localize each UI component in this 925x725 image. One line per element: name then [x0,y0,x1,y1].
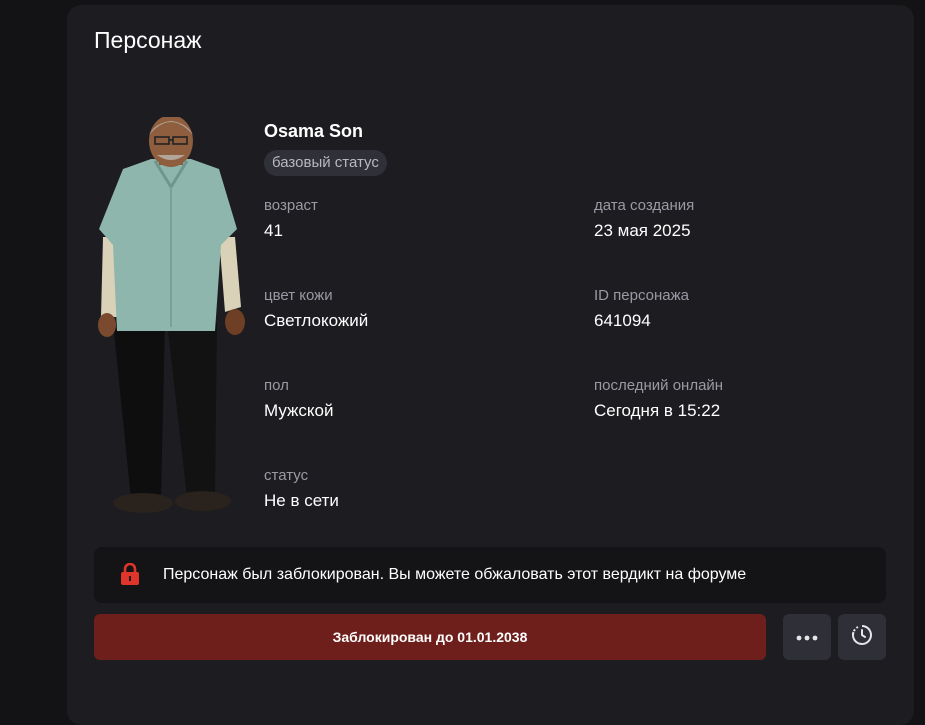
field-age: возраст 41 [264,197,318,241]
banned-until-button[interactable]: Заблокирован до 01.01.2038 [94,614,766,660]
field-id-label: ID персонажа [594,287,689,304]
ban-notice: Персонаж был заблокирован. Вы можете обж… [94,547,886,603]
ban-notice-text: Персонаж был заблокирован. Вы можете обж… [163,566,747,583]
field-gender: пол Мужской [264,377,334,421]
character-panel: Персонаж Osama Son базовый статус возрас… [67,5,914,725]
field-skin-value: Светлокожий [264,311,369,330]
field-gender-value: Мужской [264,401,334,420]
field-last-online: последний онлайн Сегодня в 15:22 [594,377,723,421]
field-id-value: 641094 [594,311,651,330]
character-name: Osama Son [264,121,364,141]
field-last-online-value: Сегодня в 15:22 [594,401,721,420]
field-created-label: дата создания [594,197,695,214]
lock-icon [120,562,140,590]
more-options-button[interactable] [783,614,831,660]
more-dots-icon [796,628,818,646]
field-last-online-label: последний онлайн [594,377,724,394]
character-avatar [98,117,245,513]
field-skin: цвет кожи Светлокожий [264,287,368,331]
status-badge: базовый статус [264,150,387,176]
history-clock-icon [850,623,874,652]
history-button[interactable] [838,614,886,660]
panel-title: Персонаж [94,27,202,53]
field-skin-label: цвет кожи [264,287,333,304]
field-age-label: возраст [264,197,318,214]
field-gender-label: пол [264,377,289,394]
field-status: статус Не в сети [264,467,339,511]
field-id: ID персонажа 641094 [594,287,689,331]
field-status-value: Не в сети [264,491,339,510]
field-created-value: 23 мая 2025 [594,221,691,240]
field-created: дата создания 23 мая 2025 [594,197,694,241]
field-status-label: статус [264,467,309,484]
field-age-value: 41 [264,221,283,240]
